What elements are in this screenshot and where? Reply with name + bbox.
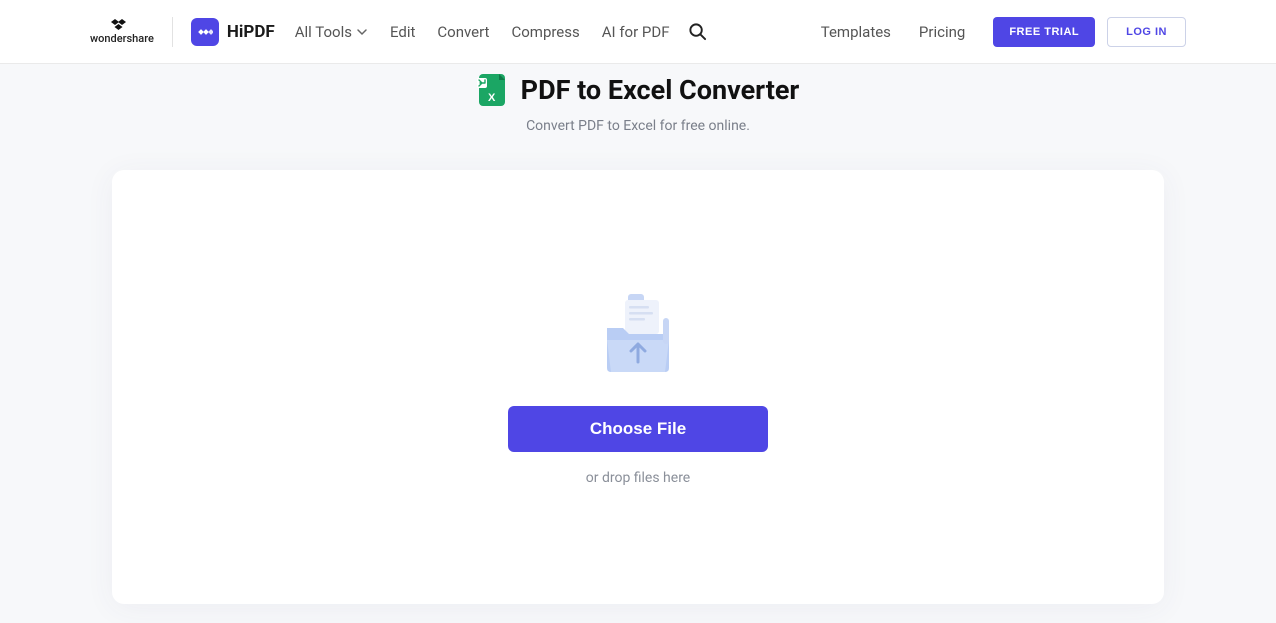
wondershare-logo[interactable]: wondershare — [90, 19, 154, 44]
hipdf-icon — [191, 18, 219, 46]
nav-label: Compress — [511, 23, 579, 41]
nav-label: AI for PDF — [602, 23, 670, 41]
divider — [172, 17, 173, 47]
header-right: Templates Pricing FREE TRIAL LOG IN — [821, 17, 1186, 47]
hipdf-text: HiPDF — [227, 22, 275, 42]
drop-hint: or drop files here — [586, 470, 690, 486]
excel-file-icon: X — [477, 74, 507, 106]
brand-group: wondershare HiPDF — [90, 17, 275, 47]
svg-text:X: X — [488, 92, 496, 104]
page-subtitle: Convert PDF to Excel for free online. — [0, 118, 1276, 134]
search-icon[interactable] — [688, 22, 707, 41]
nav-convert[interactable]: Convert — [437, 23, 489, 41]
cta-group: FREE TRIAL LOG IN — [993, 17, 1186, 47]
main-nav: All Tools Edit Convert Compress AI for P… — [295, 23, 670, 41]
wondershare-text: wondershare — [90, 33, 154, 44]
hipdf-logo[interactable]: HiPDF — [191, 18, 275, 46]
login-button[interactable]: LOG IN — [1107, 17, 1186, 47]
free-trial-button[interactable]: FREE TRIAL — [993, 17, 1095, 47]
page-title: PDF to Excel Converter — [521, 74, 800, 106]
nav-templates[interactable]: Templates — [821, 23, 891, 41]
nav-pricing[interactable]: Pricing — [919, 23, 965, 41]
nav-label: All Tools — [295, 23, 352, 41]
chevron-down-icon — [356, 26, 368, 38]
title-row: X PDF to Excel Converter — [0, 74, 1276, 106]
nav-compress[interactable]: Compress — [511, 23, 579, 41]
folder-upload-icon — [593, 288, 683, 378]
wondershare-icon — [111, 19, 133, 33]
nav-label: Edit — [390, 23, 415, 41]
choose-file-button[interactable]: Choose File — [508, 406, 768, 452]
nav-all-tools[interactable]: All Tools — [295, 23, 368, 41]
nav-edit[interactable]: Edit — [390, 23, 415, 41]
app-header: wondershare HiPDF All Tools Edit Con — [0, 0, 1276, 64]
nav-label: Convert — [437, 23, 489, 41]
upload-card[interactable]: Choose File or drop files here — [112, 170, 1164, 604]
nav-ai-for-pdf[interactable]: AI for PDF — [602, 23, 670, 41]
page-main: X PDF to Excel Converter Convert PDF to … — [0, 64, 1276, 604]
